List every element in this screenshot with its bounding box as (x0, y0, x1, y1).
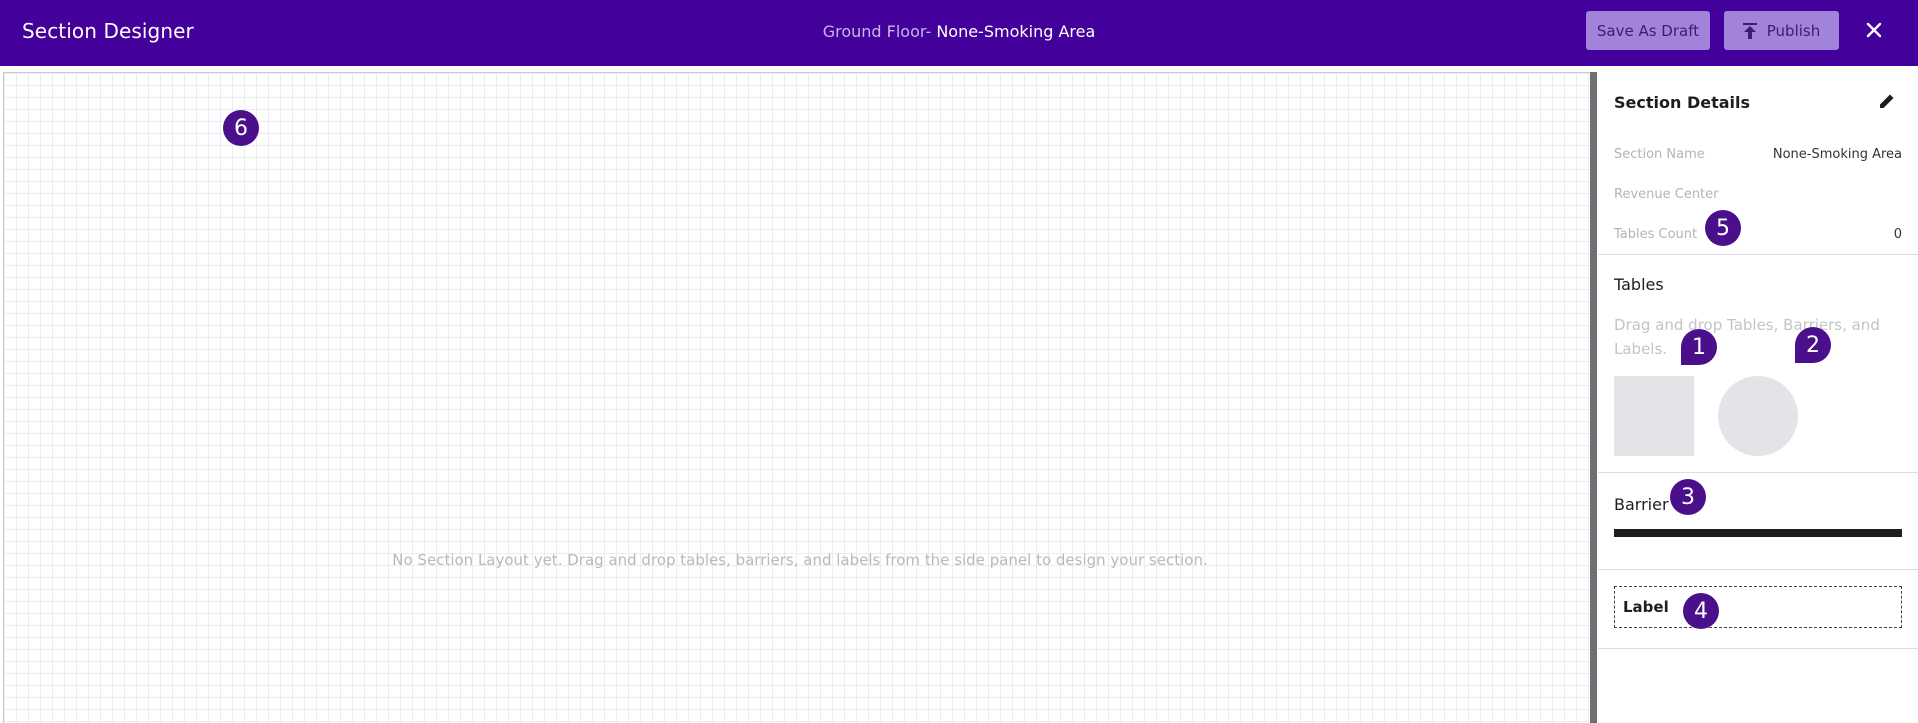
barrier-title: Barrier (1614, 495, 1669, 514)
square-table-shape[interactable] (1614, 376, 1694, 456)
pencil-icon[interactable] (1878, 92, 1896, 110)
save-draft-button[interactable]: Save As Draft (1586, 11, 1710, 50)
section-details: Section Details Section Name None-Smokin… (1598, 66, 1918, 255)
upload-icon (1742, 22, 1757, 39)
tables-hint: Drag and drop Tables, Barriers, and Labe… (1614, 316, 1880, 358)
tables-count-label: Tables Count (1614, 227, 1698, 242)
section-name-value: None-Smoking Area (1772, 147, 1902, 162)
tables-section: Tables Drag and drop Tables, Barriers, a… (1598, 255, 1918, 473)
label-shape[interactable]: Label (1614, 586, 1902, 628)
tables-count-value: 0 (1893, 227, 1902, 242)
round-table-shape[interactable] (1718, 376, 1798, 456)
empty-canvas-message: No Section Layout yet. Drag and drop tab… (392, 551, 1208, 569)
marker-2: 2 (1795, 327, 1831, 363)
tables-title: Tables (1614, 275, 1664, 294)
section-name-label: Section Name (1614, 147, 1705, 162)
close-icon[interactable] (1862, 18, 1886, 42)
panel-resize-handle[interactable] (1590, 72, 1597, 723)
marker-4: 4 (1683, 593, 1719, 629)
marker-1: 1 (1681, 329, 1717, 365)
marker-6: 6 (223, 110, 259, 146)
side-panel: Section Details Section Name None-Smokin… (1598, 66, 1918, 723)
revenue-center-label: Revenue Center (1614, 187, 1719, 202)
section-details-title: Section Details (1614, 93, 1751, 112)
publish-button[interactable]: Publish (1724, 11, 1839, 50)
barrier-shape[interactable] (1614, 529, 1902, 537)
breadcrumb-area: None-Smoking Area (936, 22, 1096, 41)
label-section: Label (1598, 570, 1918, 649)
marker-5: 5 (1705, 210, 1741, 246)
marker-3: 3 (1670, 479, 1706, 515)
breadcrumb-floor: Ground Floor- (822, 22, 932, 41)
publish-label: Publish (1766, 21, 1821, 40)
barrier-section: Barrier (1598, 473, 1918, 570)
top-bar: Section Designer Ground Floor- None-Smok… (0, 0, 1918, 66)
design-canvas[interactable]: No Section Layout yet. Drag and drop tab… (3, 72, 1597, 723)
